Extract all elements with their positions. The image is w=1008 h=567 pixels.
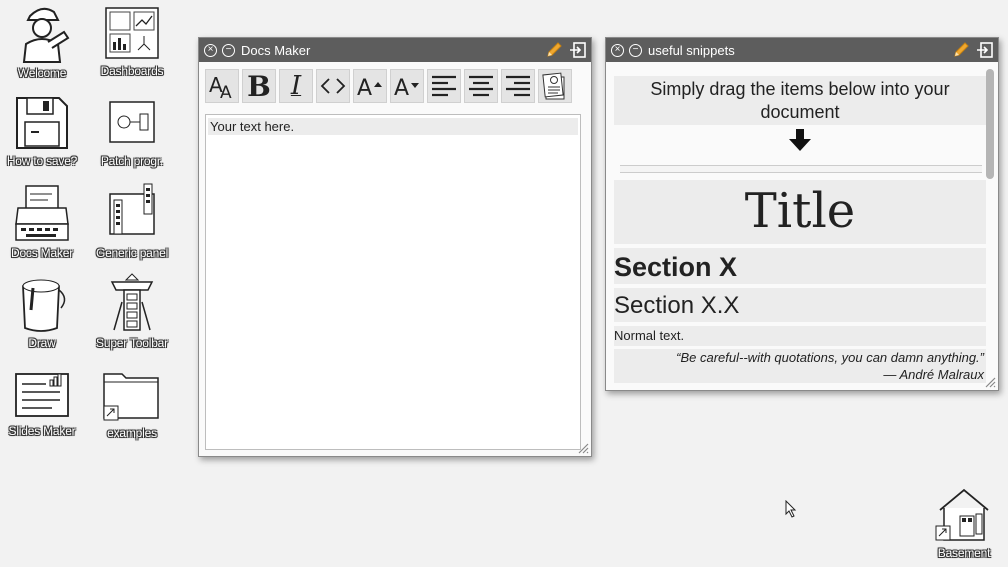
paint-bucket-icon <box>22 279 66 332</box>
snippet-title-text: Title <box>744 183 856 239</box>
desktop-icon-welcome[interactable]: Welcome <box>0 2 88 82</box>
desktop-icon-how-to-save[interactable]: How to save? <box>0 94 88 170</box>
toolbar-icon <box>110 273 154 331</box>
decrease-font-icon: A <box>394 76 419 101</box>
font-size-icon: A A <box>209 73 232 101</box>
desktop-icon-label: Draw <box>28 336 56 350</box>
desktop-icon-generic-panel[interactable]: Generic panel <box>86 182 178 262</box>
pencil-icon[interactable] <box>952 41 970 59</box>
minimize-icon[interactable]: − <box>222 43 235 57</box>
exit-icon[interactable] <box>976 41 994 59</box>
align-right-icon <box>506 75 530 97</box>
pencil-icon[interactable] <box>545 41 563 59</box>
bold-icon: B <box>247 69 271 103</box>
house-icon <box>935 488 989 541</box>
snippet-divider[interactable] <box>620 165 982 173</box>
snippet-section[interactable]: Section X <box>614 248 986 284</box>
desktop-icon-slides-maker[interactable]: Slides Maker <box>0 370 88 440</box>
code-button[interactable] <box>316 69 350 103</box>
font-size-button[interactable]: A A <box>205 69 239 103</box>
align-center-icon <box>469 75 493 97</box>
desktop-icon-docs-maker[interactable]: Docs Maker <box>0 184 88 262</box>
desktop-icon-super-toolbar[interactable]: Super Toolbar <box>86 272 178 352</box>
panel-icon <box>109 183 155 235</box>
desktop-icon-label: Super Toolbar <box>96 336 168 350</box>
close-icon[interactable]: × <box>204 43 217 57</box>
bold-button[interactable]: B <box>242 69 276 103</box>
svg-text:A: A <box>357 76 372 101</box>
desktop-icon-basement[interactable]: Basement <box>918 486 1008 562</box>
decrease-font-button[interactable]: A <box>390 69 424 103</box>
down-arrow-icon <box>614 128 986 157</box>
desktop-icon-examples[interactable]: examples <box>86 368 178 442</box>
snippet-quote-text: “Be careful--with quotations, you can da… <box>676 350 984 365</box>
svg-text:A: A <box>394 76 409 101</box>
align-right-button[interactable] <box>501 69 535 103</box>
resize-handle-icon[interactable] <box>984 376 996 388</box>
italic-icon: I <box>290 71 302 101</box>
desktop-icon-label: Slides Maker <box>8 424 76 438</box>
desktop-icon-draw[interactable]: Draw <box>0 274 88 352</box>
align-left-button[interactable] <box>427 69 461 103</box>
intro-text: Simply drag the items below into your do… <box>650 79 950 122</box>
desktop-icon-patch-progr[interactable]: Patch progr. <box>86 98 178 170</box>
patch-icon <box>109 101 155 143</box>
exit-icon[interactable] <box>569 41 587 59</box>
mouse-cursor-icon <box>785 500 797 518</box>
snippet-subsection-text: Section X.X <box>614 292 740 319</box>
svg-text:A: A <box>220 83 232 101</box>
snippet-subsection[interactable]: Section X.X <box>614 288 986 322</box>
desktop-icon-label: Welcome <box>17 66 67 80</box>
snippet-quote-author: — André Malraux <box>883 367 984 382</box>
folder-icon <box>103 373 159 421</box>
desktop-icon-label: Basement <box>937 546 991 560</box>
stamp-icon <box>542 72 565 100</box>
window-titlebar[interactable]: × − useful snippets <box>606 38 998 62</box>
desktop-icon-label: Patch progr. <box>100 154 164 168</box>
window-titlebar[interactable]: × − Docs Maker <box>199 38 591 62</box>
snippet-normal-text-value: Normal text. <box>614 328 685 343</box>
resize-handle-icon[interactable] <box>577 442 589 454</box>
snippet-section-text: Section X <box>614 252 738 282</box>
editor-text-line[interactable]: Your text here. <box>208 118 578 135</box>
snippet-normal-text[interactable]: Normal text. <box>614 326 986 346</box>
scrollbar[interactable] <box>986 69 994 382</box>
slides-icon <box>15 373 69 417</box>
code-icon <box>320 78 346 94</box>
snippets-window: × − useful snippets Simply drag the item… <box>605 37 999 391</box>
close-icon[interactable]: × <box>611 43 624 57</box>
person-icon <box>22 7 70 63</box>
window-title: Docs Maker <box>241 42 311 58</box>
increase-font-icon: A <box>357 76 382 101</box>
window-title: useful snippets <box>648 42 735 58</box>
snippet-title[interactable]: Title <box>614 180 986 244</box>
dashboard-icon <box>105 7 159 59</box>
align-center-button[interactable] <box>464 69 498 103</box>
scrollbar-thumb[interactable] <box>986 69 994 179</box>
desktop-icon-dashboards[interactable]: Dashboards <box>86 6 178 80</box>
snippet-intro: Simply drag the items below into your do… <box>614 76 986 125</box>
format-toolbar: A A B I A A <box>205 69 572 103</box>
typewriter-icon <box>15 185 69 241</box>
increase-font-button[interactable]: A <box>353 69 387 103</box>
desktop-icon-label: Generic panel <box>95 246 169 260</box>
desktop-icon-label: Docs Maker <box>10 246 73 260</box>
snippet-quote[interactable]: “Be careful--with quotations, you can da… <box>614 349 986 383</box>
desktop-icon-label: examples <box>107 426 157 440</box>
align-left-icon <box>432 75 456 97</box>
italic-button[interactable]: I <box>279 69 313 103</box>
floppy-disk-icon <box>16 97 68 149</box>
desktop-icon-label: How to save? <box>6 154 78 168</box>
docs-maker-window: × − Docs Maker A A B I A A Your text her… <box>198 37 592 457</box>
minimize-icon[interactable]: − <box>629 43 642 57</box>
stamp-button[interactable] <box>538 69 572 103</box>
document-editor[interactable]: Your text here. <box>205 114 581 450</box>
desktop-icon-label: Dashboards <box>100 64 164 78</box>
